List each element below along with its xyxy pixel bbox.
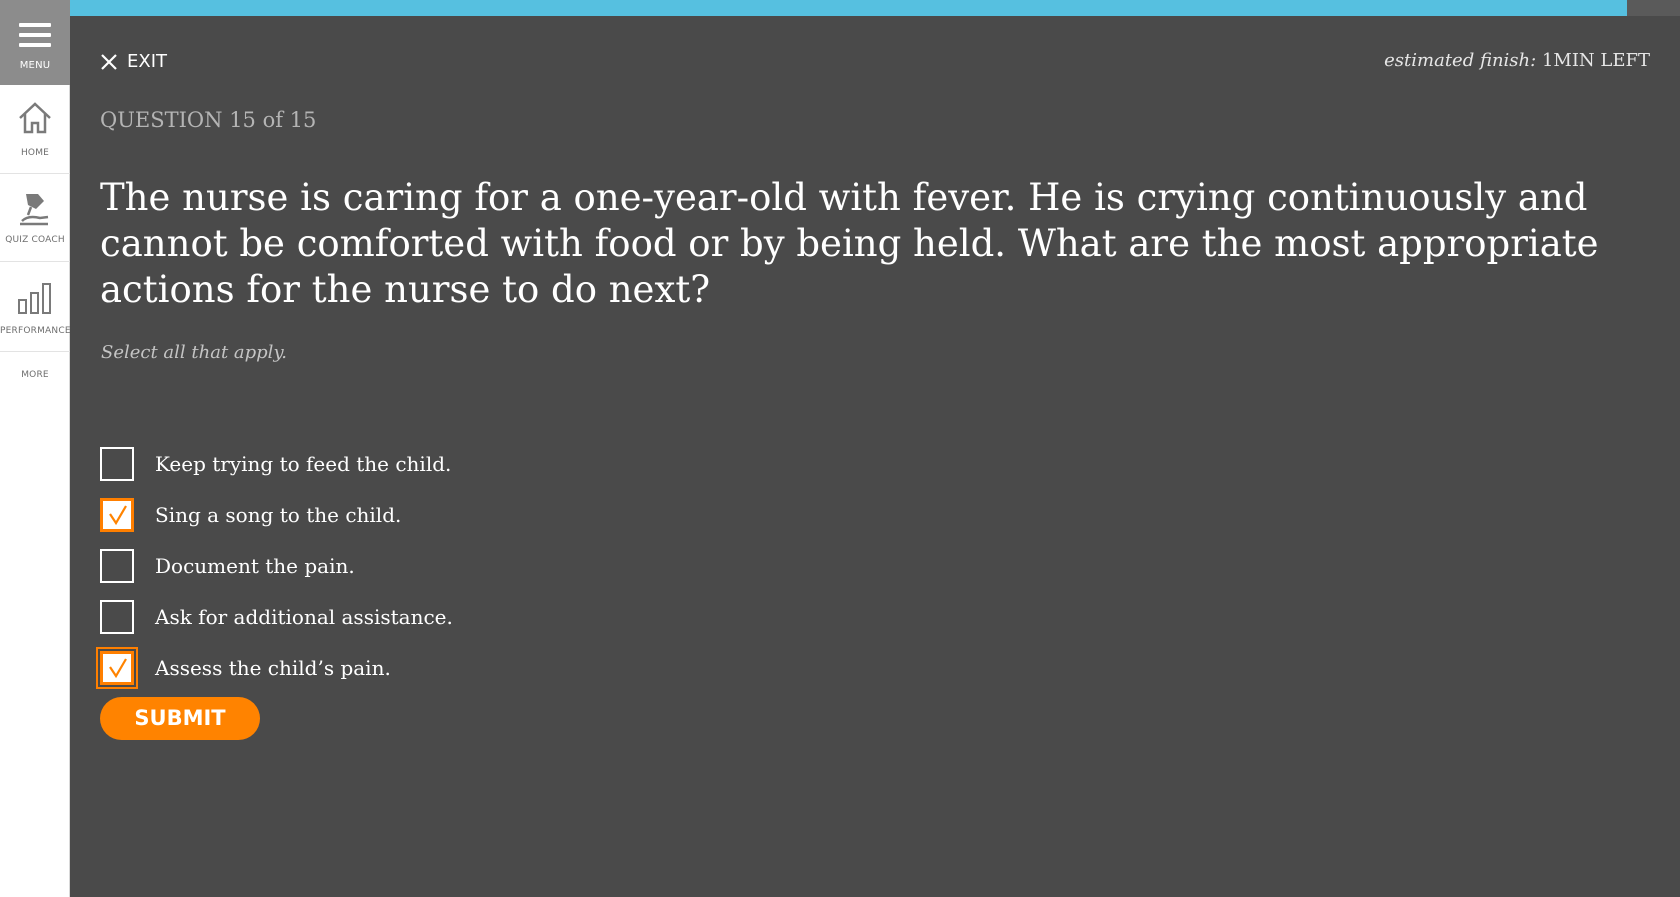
estimate-label: estimated finish: — [1384, 50, 1537, 71]
answer-option[interactable]: Document the pain. — [100, 540, 453, 591]
checkmark-icon — [109, 657, 127, 678]
progress-fill — [70, 0, 1627, 16]
estimate-value: 1MIN LEFT — [1541, 50, 1650, 71]
answer-label: Document the pain. — [155, 553, 355, 578]
sidebar-item-quiz-coach[interactable]: QUIZ COACH — [0, 173, 70, 262]
sidebar-item-more[interactable]: MORE — [0, 351, 70, 401]
question-number: QUESTION 15 of 15 — [100, 108, 317, 132]
home-icon — [19, 102, 51, 134]
checkmark-icon — [109, 504, 127, 525]
question-hint: Select all that apply. — [101, 342, 287, 363]
estimated-finish: estimated finish: 1MIN LEFT — [1384, 50, 1650, 71]
answer-option[interactable]: Ask for additional assistance. — [100, 591, 453, 642]
checkbox[interactable] — [100, 599, 134, 634]
hamburger-icon — [19, 23, 51, 53]
answer-label: Assess the child’s pain. — [155, 655, 391, 680]
exit-label: EXIT — [127, 51, 168, 72]
menu-button[interactable]: MENU — [0, 0, 70, 85]
answer-options: Keep trying to feed the child. Sing a so… — [96, 438, 453, 693]
progress-bar — [70, 0, 1680, 16]
checkbox[interactable] — [100, 446, 134, 481]
checkbox[interactable] — [100, 548, 134, 583]
exit-button[interactable]: EXIT — [100, 51, 167, 72]
sidebar-item-label: PERFORMANCE — [0, 326, 71, 336]
checkbox[interactable] — [100, 497, 134, 532]
answer-option[interactable]: Sing a song to the child. — [100, 489, 453, 540]
checkbox[interactable] — [96, 646, 138, 689]
sidebar-item-label: MORE — [21, 370, 49, 380]
sidebar: MENU HOME QUIZ COACH PERFORMANCE MORE — [0, 0, 71, 897]
answer-option[interactable]: Assess the child’s pain. — [96, 642, 453, 693]
sidebar-item-home[interactable]: HOME — [0, 85, 70, 174]
sidebar-item-label: QUIZ COACH — [5, 235, 65, 245]
answer-label: Ask for additional assistance. — [155, 604, 453, 629]
question-text: The nurse is caring for a one-year-old w… — [100, 176, 1599, 311]
submit-button[interactable]: SUBMIT — [100, 697, 260, 740]
answer-label: Sing a song to the child. — [155, 502, 402, 527]
sidebar-item-performance[interactable]: PERFORMANCE — [0, 261, 71, 352]
answer-option[interactable]: Keep trying to feed the child. — [100, 438, 453, 489]
menu-label: MENU — [19, 60, 51, 71]
close-icon — [101, 53, 117, 70]
performance-icon — [18, 283, 51, 314]
sidebar-item-label: HOME — [20, 148, 50, 158]
answer-label: Keep trying to feed the child. — [155, 451, 452, 476]
quiz-coach-icon — [20, 194, 49, 226]
